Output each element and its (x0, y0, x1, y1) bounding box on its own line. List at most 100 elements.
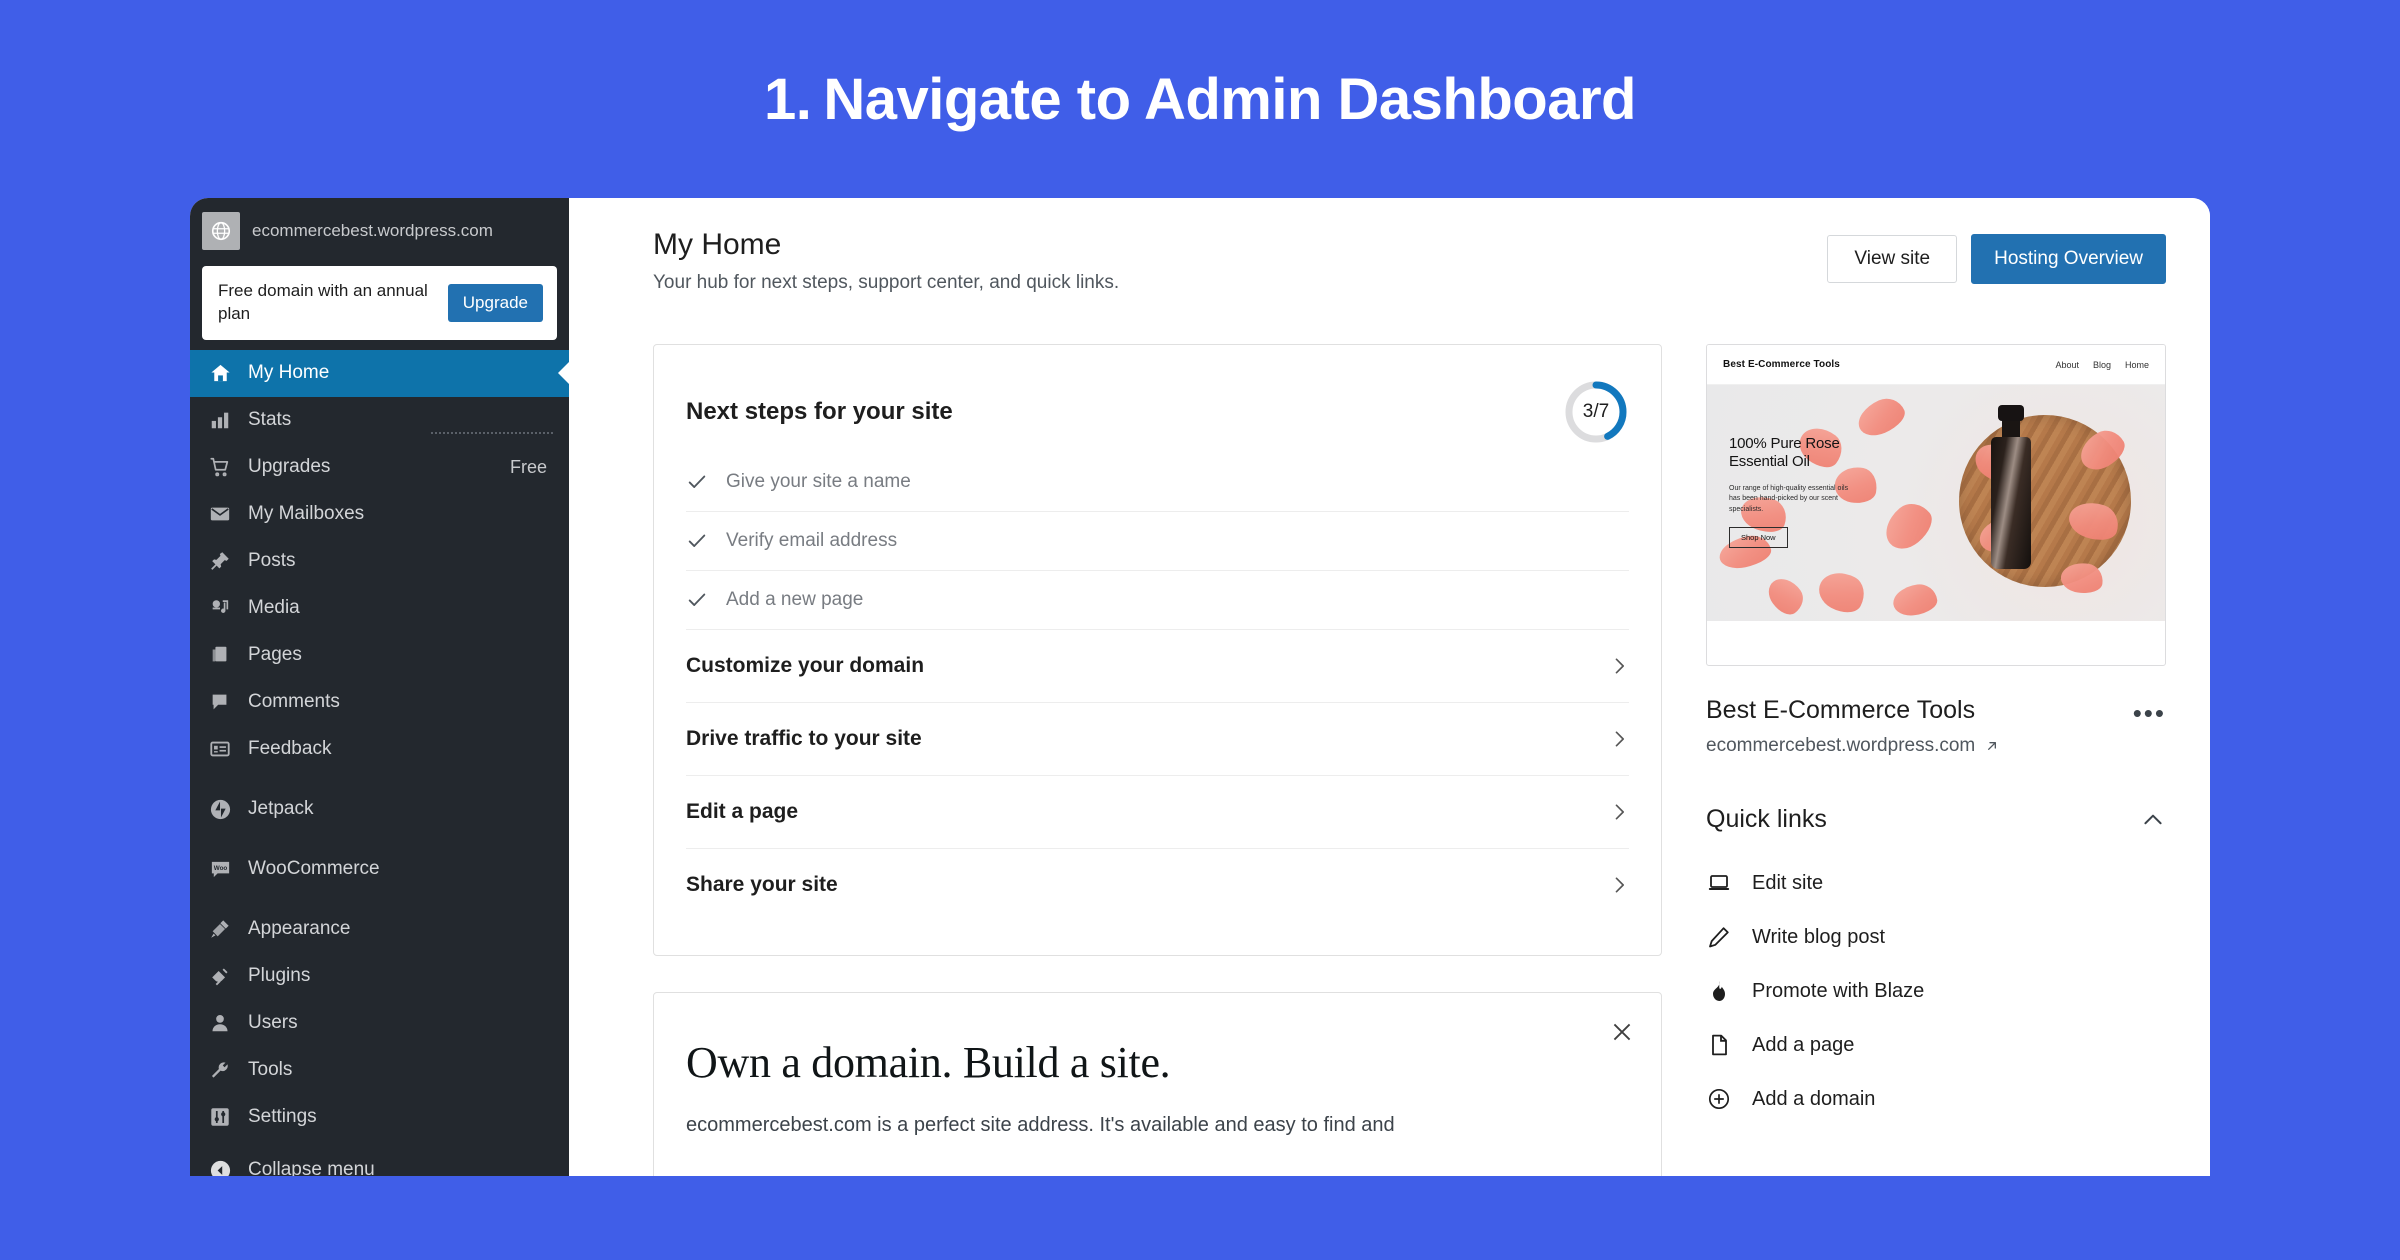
menu-separator (190, 773, 569, 786)
pin-icon (208, 549, 232, 573)
quick-links-header[interactable]: Quick links (1706, 805, 2166, 834)
hosting-overview-button[interactable]: Hosting Overview (1971, 234, 2166, 284)
promo-body: ecommercebest.com is a perfect site addr… (686, 1114, 1395, 1136)
bottle (1991, 437, 2031, 569)
sidebar-item-stats[interactable]: Stats (190, 397, 569, 444)
task-label: Customize your domain (686, 654, 925, 677)
sidebar-site-header[interactable]: ecommercebest.wordpress.com (190, 198, 569, 258)
check-icon (686, 530, 708, 552)
sidebar-item-comments[interactable]: Comments (190, 679, 569, 726)
sliders-icon (208, 1105, 232, 1129)
right-column: Best E-Commerce Tools About Blog Home 10… (1706, 344, 2166, 1176)
upsell-banner: Free domain with an annual plan Upgrade (202, 266, 557, 340)
sidebar-item-label: Upgrades (248, 456, 331, 478)
plug-icon (208, 964, 232, 988)
chevron-up-icon[interactable] (2140, 807, 2166, 833)
sidebar-menu: My Home Stats Upgrades Free My Mailboxes Post… (190, 349, 569, 1176)
task-item-pending[interactable]: Share your site (686, 848, 1629, 921)
media-icon (212, 600, 229, 614)
preview-nav-item[interactable]: Blog (2093, 360, 2111, 370)
sidebar-item-collapse-menu[interactable]: Collapse menu (190, 1147, 569, 1176)
quick-link-promote-with-blaze[interactable]: Promote with Blaze (1706, 964, 2166, 1018)
bar-chart-icon (211, 413, 229, 429)
menu-separator (190, 833, 569, 846)
quick-link-label: Promote with Blaze (1752, 979, 1925, 1002)
card-bottom-spacer (654, 929, 1661, 955)
task-item-pending[interactable]: Edit a page (686, 775, 1629, 848)
view-site-button[interactable]: View site (1827, 235, 1958, 283)
feedback-icon (210, 742, 230, 757)
sidebar-item-posts[interactable]: Posts (190, 538, 569, 585)
page-icon (1712, 1034, 1727, 1056)
sidebar-item-label: Feedback (248, 738, 332, 760)
quick-link-edit-site[interactable]: Edit site (1706, 856, 2166, 910)
quick-links-title: Quick links (1706, 805, 1827, 833)
quick-link-label: Edit site (1752, 871, 1824, 894)
close-icon[interactable] (1609, 1019, 1635, 1045)
sidebar-item-label: WooCommerce (248, 858, 380, 880)
sidebar-item-upgrades[interactable]: Upgrades Free (190, 444, 569, 491)
sidebar-item-media[interactable]: Media (190, 585, 569, 632)
sidebar-item-appearance[interactable]: Appearance (190, 906, 569, 953)
preview-nav: About Blog Home (2055, 360, 2149, 370)
sidebar-item-jetpack[interactable]: Jetpack (190, 786, 569, 833)
sidebar-item-feedback[interactable]: Feedback (190, 726, 569, 773)
task-label: Share your site (686, 873, 838, 896)
sidebar-item-label: Jetpack (248, 798, 314, 820)
site-domain-link[interactable]: ecommercebest.wordpress.com (1706, 735, 2000, 757)
petal-decoration (1876, 495, 1940, 557)
quick-links-list: Edit site Write blog post Promote with Bla… (1706, 856, 2166, 1126)
main-header: My Home Your hub for next steps, support… (653, 228, 2166, 310)
preview-nav-item[interactable]: About (2055, 360, 2079, 370)
user-icon (212, 1015, 228, 1032)
task-item-pending[interactable]: Drive traffic to your site (686, 702, 1629, 775)
quick-link-add-a-page[interactable]: Add a page (1706, 1018, 2166, 1072)
sidebar-item-pages[interactable]: Pages (190, 632, 569, 679)
sidebar-item-settings[interactable]: Settings (190, 1094, 569, 1141)
sidebar-site-url: ecommercebest.wordpress.com (252, 221, 493, 240)
site-preview-thumbnail[interactable]: Best E-Commerce Tools About Blog Home 10… (1706, 344, 2166, 666)
sidebar-item-my-home[interactable]: My Home (190, 349, 569, 397)
sidebar-item-woocommerce[interactable]: Woo WooCommerce (190, 846, 569, 893)
task-item-completed[interactable]: Give your site a name (686, 467, 1629, 511)
sidebar-item-label: Media (248, 597, 300, 619)
task-item-completed[interactable]: Add a new page (686, 570, 1629, 629)
sidebar-item-users[interactable]: Users (190, 1000, 569, 1047)
site-domain-text: ecommercebest.wordpress.com (1706, 735, 1976, 756)
comment-icon (212, 695, 227, 710)
chevron-right-icon (1609, 656, 1629, 676)
preview-hero-text: 100% Pure Rose Essential Oil Our range o… (1729, 435, 1857, 549)
sidebar: ecommercebest.wordpress.com Free domain … (190, 198, 569, 1176)
pin-icon (211, 552, 229, 571)
quick-link-label: Add a domain (1752, 1087, 1876, 1110)
woocommerce-icon: Woo (208, 857, 232, 881)
wordpress-admin-window: ecommercebest.wordpress.com Free domain … (190, 198, 2210, 1176)
woocommerce-icon: Woo (211, 861, 229, 878)
bar-chart-icon (208, 408, 232, 432)
sidebar-item-label: Settings (248, 1106, 317, 1128)
next-steps-task-list: Give your site a name Verify email addre… (654, 467, 1661, 929)
sidebar-item-label: Appearance (248, 918, 351, 940)
flame-icon (1713, 981, 1725, 1001)
sidebar-item-my-mailboxes[interactable]: My Mailboxes (190, 491, 569, 538)
task-item-completed[interactable]: Verify email address (686, 511, 1629, 570)
sidebar-item-label: Users (248, 1012, 298, 1034)
preview-brand: Best E-Commerce Tools (1723, 359, 1840, 370)
petal-decoration (1891, 582, 1939, 618)
quick-link-write-blog-post[interactable]: Write blog post (1706, 910, 2166, 964)
sidebar-item-tools[interactable]: Tools (190, 1047, 569, 1094)
home-icon (210, 364, 230, 382)
ellipsis-icon[interactable]: ••• (2133, 666, 2166, 726)
task-label: Verify email address (726, 530, 898, 551)
task-item-pending[interactable]: Customize your domain (686, 629, 1629, 702)
preview-shop-now-button[interactable]: Shop Now (1729, 527, 1788, 549)
upgrade-button[interactable]: Upgrade (447, 283, 543, 322)
quick-link-add-a-domain[interactable]: Add a domain (1706, 1072, 2166, 1126)
task-label: Drive traffic to your site (686, 727, 922, 750)
globe-icon (211, 221, 231, 241)
sidebar-item-plugins[interactable]: Plugins (190, 953, 569, 1000)
wrench-icon (208, 1058, 232, 1082)
slide-title-text: Navigate to Admin Dashboard (823, 67, 1636, 132)
quick-link-label: Write blog post (1752, 925, 1886, 948)
preview-nav-item[interactable]: Home (2125, 360, 2149, 370)
